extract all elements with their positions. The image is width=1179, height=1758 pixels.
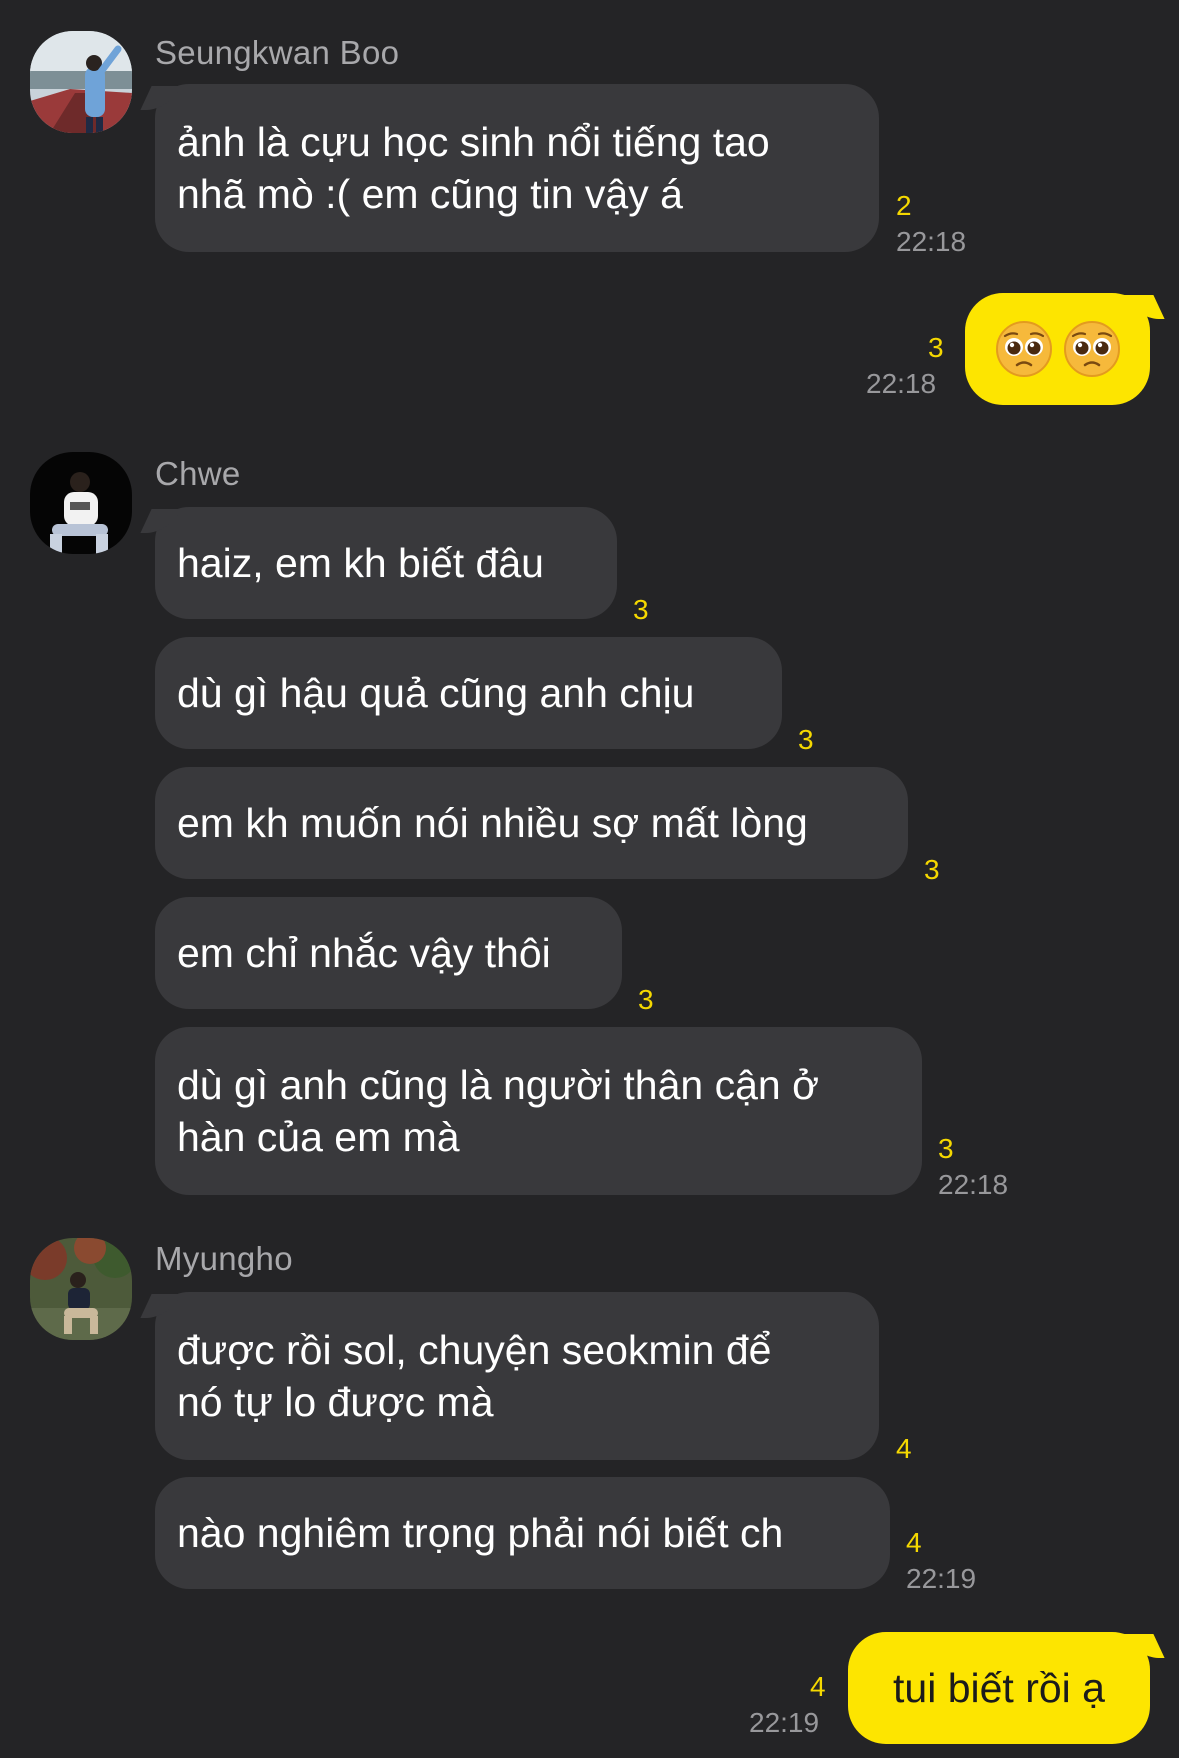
unread-count: 3 [638,984,654,1015]
unread-count: 4 [896,1433,912,1464]
message-time: 22:18 [938,1169,1009,1200]
unread-count: 3 [633,594,649,625]
message-text: dù gì hậu quả cũng anh chịu [177,670,695,716]
unread-count: 3 [798,724,814,755]
message-bubble[interactable] [965,293,1150,405]
unread-count: 4 [810,1671,826,1702]
message-text: tui biết rồi ạ [893,1665,1105,1711]
unread-count: 4 [906,1527,922,1558]
message-time: 22:18 [896,226,967,257]
message-bubble[interactable]: dù gì anh cũng là người thân cận ở hàn c… [155,1027,922,1195]
message-text: dù gì anh cũng là người thân cận ở [177,1062,819,1108]
pleading-face-icon [995,320,1053,378]
unread-count: 2 [896,190,912,221]
message-text: được rồi sol, chuyện seokmin để [177,1327,772,1373]
message-bubble[interactable]: được rồi sol, chuyện seokmin để nó tự lo… [155,1292,879,1460]
unread-count: 3 [938,1133,954,1164]
message-text: ảnh là cựu học sinh nổi tiếng tao [177,119,770,165]
sender-name: Chwe [155,455,241,492]
message-time: 22:18 [866,368,937,399]
avatar-myungho[interactable] [30,1238,132,1340]
message-time: 22:19 [749,1707,820,1738]
message-text: nhã mò :( em cũng tin vậy á [177,171,683,217]
sender-name: Seungkwan Boo [155,34,400,71]
message-text: nào nghiêm trọng phải nói biết ch [177,1510,784,1556]
message-text: haiz, em kh biết đâu [177,540,544,586]
message-text: em kh muốn nói nhiều sợ mất lòng [177,800,808,846]
message-bubble[interactable]: haiz, em kh biết đâu [155,507,617,619]
message-text: em chỉ nhắc vậy thôi [177,930,551,976]
sender-name: Myungho [155,1240,293,1277]
unread-count: 3 [928,332,944,363]
avatar-seungkwan-boo[interactable] [30,31,132,133]
message-text: hàn của em mà [177,1114,460,1160]
message-text: nó tự lo được mà [177,1379,494,1425]
unread-count: 3 [924,854,940,885]
message-bubble[interactable]: dù gì hậu quả cũng anh chịu [155,637,782,749]
message-bubble[interactable]: em kh muốn nói nhiều sợ mất lòng [155,767,908,879]
message-bubble[interactable]: nào nghiêm trọng phải nói biết ch [155,1477,890,1589]
pleading-face-icon [1063,320,1121,378]
message-time: 22:19 [906,1563,977,1594]
message-bubble[interactable]: em chỉ nhắc vậy thôi [155,897,622,1009]
message-bubble[interactable]: ảnh là cựu học sinh nổi tiếng tao nhã mò… [155,84,879,252]
avatar-chwe[interactable] [30,452,132,554]
message-bubble[interactable]: tui biết rồi ạ [848,1632,1150,1744]
